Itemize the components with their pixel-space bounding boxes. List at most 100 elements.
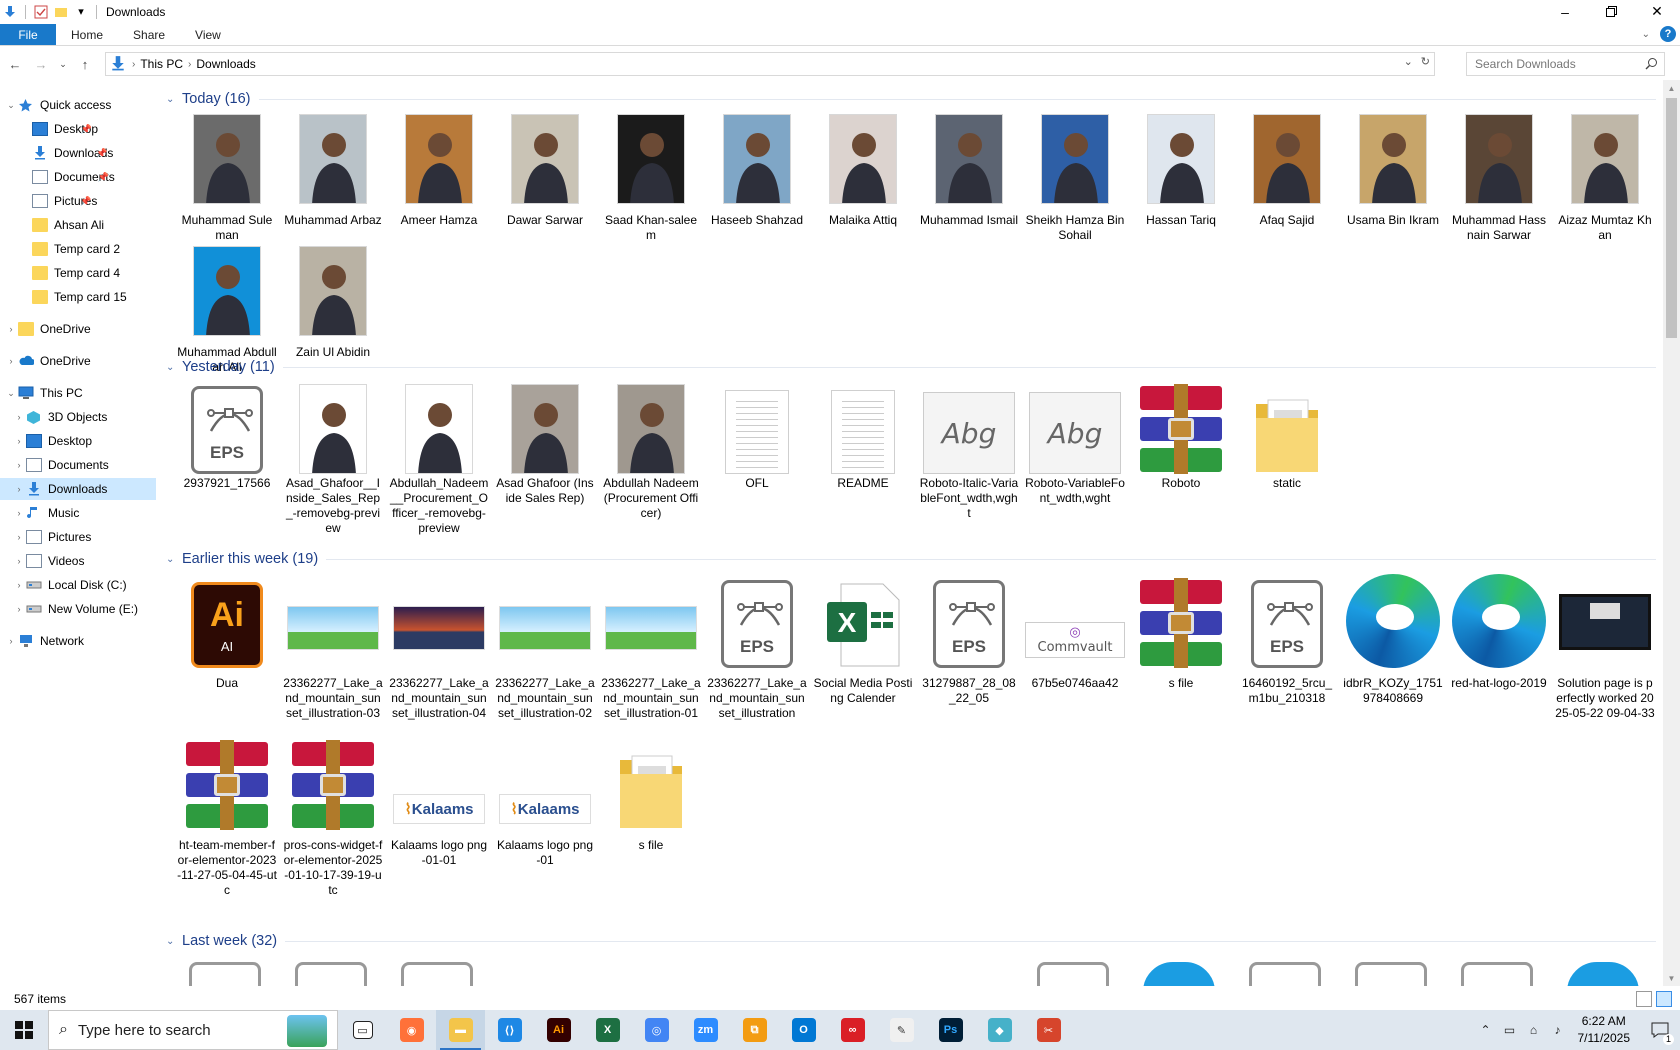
taskbar-chrome[interactable]: ◎ [632, 1010, 681, 1050]
close-button[interactable]: ✕ [1634, 0, 1680, 23]
taskbar-vscode[interactable]: ⟨⟩ [485, 1010, 534, 1050]
group-header[interactable]: ⌄ Last week (32) [166, 930, 1656, 952]
help-icon[interactable]: ? [1660, 26, 1676, 42]
expand-chevron-icon[interactable]: › [4, 636, 18, 646]
tab-home[interactable]: Home [56, 24, 118, 45]
partial-file-thumbnail[interactable] [295, 962, 367, 986]
partial-file-thumbnail[interactable] [1567, 962, 1639, 986]
nav-qa-item[interactable]: Documents 📌 [0, 166, 115, 188]
taskbar-outlook[interactable]: O [779, 1010, 828, 1050]
nav-pc-item[interactable]: › Local Disk (C:) [0, 574, 127, 596]
expand-chevron-icon[interactable]: › [12, 580, 26, 590]
details-view-icon[interactable] [1636, 991, 1652, 1007]
expand-chevron-icon[interactable]: › [12, 532, 26, 542]
address-history-icon[interactable]: ⌄ [1404, 55, 1413, 68]
nav-onedrive-cloud[interactable]: › OneDrive [0, 350, 91, 372]
taskbar-pen-tool[interactable]: ✎ [877, 1010, 926, 1050]
nav-pc-item[interactable]: › 3D Objects [0, 406, 107, 428]
expand-chevron-icon[interactable]: › [12, 508, 26, 518]
taskbar-illustrator[interactable]: Ai [534, 1010, 583, 1050]
restore-button[interactable] [1588, 0, 1634, 23]
address-bar[interactable]: › This PC › Downloads ⌄ ↻ [105, 52, 1435, 76]
expand-chevron-icon[interactable]: › [12, 412, 26, 422]
nav-pc-item[interactable]: › New Volume (E:) [0, 598, 138, 620]
partial-file-thumbnail[interactable] [189, 962, 261, 986]
start-button[interactable] [0, 1010, 48, 1050]
expand-chevron-icon[interactable]: › [12, 460, 26, 470]
forward-button[interactable]: → [30, 53, 52, 75]
group-header[interactable]: ⌄ Yesterday (11) [166, 356, 1656, 378]
collapse-chevron-icon[interactable]: ⌄ [166, 936, 182, 947]
back-button[interactable]: ← [4, 53, 26, 75]
taskbar-app-diamond[interactable]: ◆ [975, 1010, 1024, 1050]
scroll-down-icon[interactable]: ▼ [1663, 970, 1680, 986]
taskbar-task-view[interactable]: ▭ [338, 1010, 387, 1050]
expand-ribbon-icon[interactable]: ⌄ [1642, 29, 1650, 40]
partial-file-thumbnail[interactable] [1461, 962, 1533, 986]
group-header[interactable]: ⌄ Earlier this week (19) [166, 548, 1656, 570]
taskbar-file-explorer[interactable]: ▬ [436, 1010, 485, 1050]
taskbar-firefox[interactable]: ◉ [387, 1010, 436, 1050]
nav-pc-item[interactable]: › Documents [0, 454, 109, 476]
taskbar-photoshop[interactable]: Ps [926, 1010, 975, 1050]
nav-quick-access[interactable]: ⌄ Quick access [0, 94, 111, 116]
taskbar-bracket-app[interactable]: ⧉ [730, 1010, 779, 1050]
nav-this-pc[interactable]: ⌄ This PC [0, 382, 82, 404]
new-folder-icon[interactable] [53, 4, 69, 20]
expand-chevron-icon[interactable]: › [12, 436, 26, 446]
taskbar-creative-cloud[interactable]: ∞ [828, 1010, 877, 1050]
collapse-chevron-icon[interactable]: ⌄ [166, 94, 182, 105]
search-input[interactable]: Search Downloads [1466, 52, 1665, 76]
nav-onedrive[interactable]: › OneDrive [0, 318, 91, 340]
recent-locations-button[interactable]: ⌄ [56, 53, 70, 75]
collapse-chevron-icon[interactable]: ⌄ [166, 362, 182, 373]
partial-file-thumbnail[interactable] [401, 962, 473, 986]
collapse-chevron-icon[interactable]: ⌄ [4, 388, 18, 399]
breadcrumb-this-pc[interactable]: This PC [140, 57, 183, 71]
partial-file-thumbnail[interactable] [1143, 962, 1215, 986]
downloads-arrow-icon[interactable] [2, 4, 18, 20]
taskbar-zoom[interactable]: zm [681, 1010, 730, 1050]
nav-qa-item[interactable]: Downloads 📌 [0, 142, 113, 164]
scroll-up-icon[interactable]: ▲ [1663, 80, 1680, 96]
action-center-button[interactable]: 1 [1640, 1010, 1680, 1050]
properties-icon[interactable] [33, 4, 49, 20]
nav-qa-item[interactable]: Ahsan Ali [0, 214, 104, 236]
nav-pc-item[interactable]: › Downloads [0, 478, 156, 500]
breadcrumb-downloads[interactable]: Downloads [196, 57, 255, 71]
expand-chevron-icon[interactable]: › [12, 484, 26, 494]
tab-view[interactable]: View [180, 24, 236, 45]
expand-chevron-icon[interactable]: › [12, 556, 26, 566]
minimize-button[interactable]: – [1542, 0, 1588, 23]
customize-toolbar-icon[interactable]: ▾ [73, 4, 89, 20]
large-icons-view-icon[interactable] [1656, 991, 1672, 1007]
show-hidden-icons-icon[interactable]: ⌃ [1474, 1023, 1498, 1037]
nav-pc-item[interactable]: › Desktop [0, 430, 92, 452]
refresh-icon[interactable]: ↻ [1421, 55, 1430, 68]
device-icon[interactable]: ▭ [1498, 1023, 1522, 1037]
expand-chevron-icon[interactable]: › [4, 324, 18, 334]
vertical-scrollbar[interactable]: ▲ ▼ [1663, 80, 1680, 986]
taskbar-excel[interactable]: X [583, 1010, 632, 1050]
partial-file-thumbnail[interactable] [1355, 962, 1427, 986]
network-icon[interactable]: ⌂ [1522, 1023, 1546, 1037]
nav-pc-item[interactable]: › Pictures [0, 526, 91, 548]
volume-icon[interactable]: ♪ [1546, 1023, 1570, 1037]
group-header[interactable]: ⌄ Today (16) [166, 88, 1656, 110]
nav-qa-item[interactable]: Temp card 2 [0, 238, 120, 260]
nav-qa-item[interactable]: Pictures 📌 [0, 190, 97, 212]
taskbar-app-scissors[interactable]: ✂ [1024, 1010, 1073, 1050]
tab-share[interactable]: Share [118, 24, 180, 45]
scrollbar-thumb[interactable] [1666, 98, 1677, 338]
expand-chevron-icon[interactable]: › [4, 356, 18, 366]
nav-qa-item[interactable]: Temp card 4 [0, 262, 120, 284]
clock[interactable]: 6:22 AM 7/11/2025 [1578, 1013, 1631, 1047]
expand-chevron-icon[interactable]: › [12, 604, 26, 614]
nav-network[interactable]: › Network [0, 630, 85, 652]
collapse-chevron-icon[interactable]: ⌄ [166, 554, 182, 565]
partial-file-thumbnail[interactable] [1249, 962, 1321, 986]
taskbar-search[interactable]: ⌕ Type here to search [48, 1010, 338, 1050]
nav-qa-item[interactable]: Temp card 15 [0, 286, 127, 308]
nav-pc-item[interactable]: › Music [0, 502, 80, 524]
collapse-chevron-icon[interactable]: ⌄ [4, 100, 18, 111]
